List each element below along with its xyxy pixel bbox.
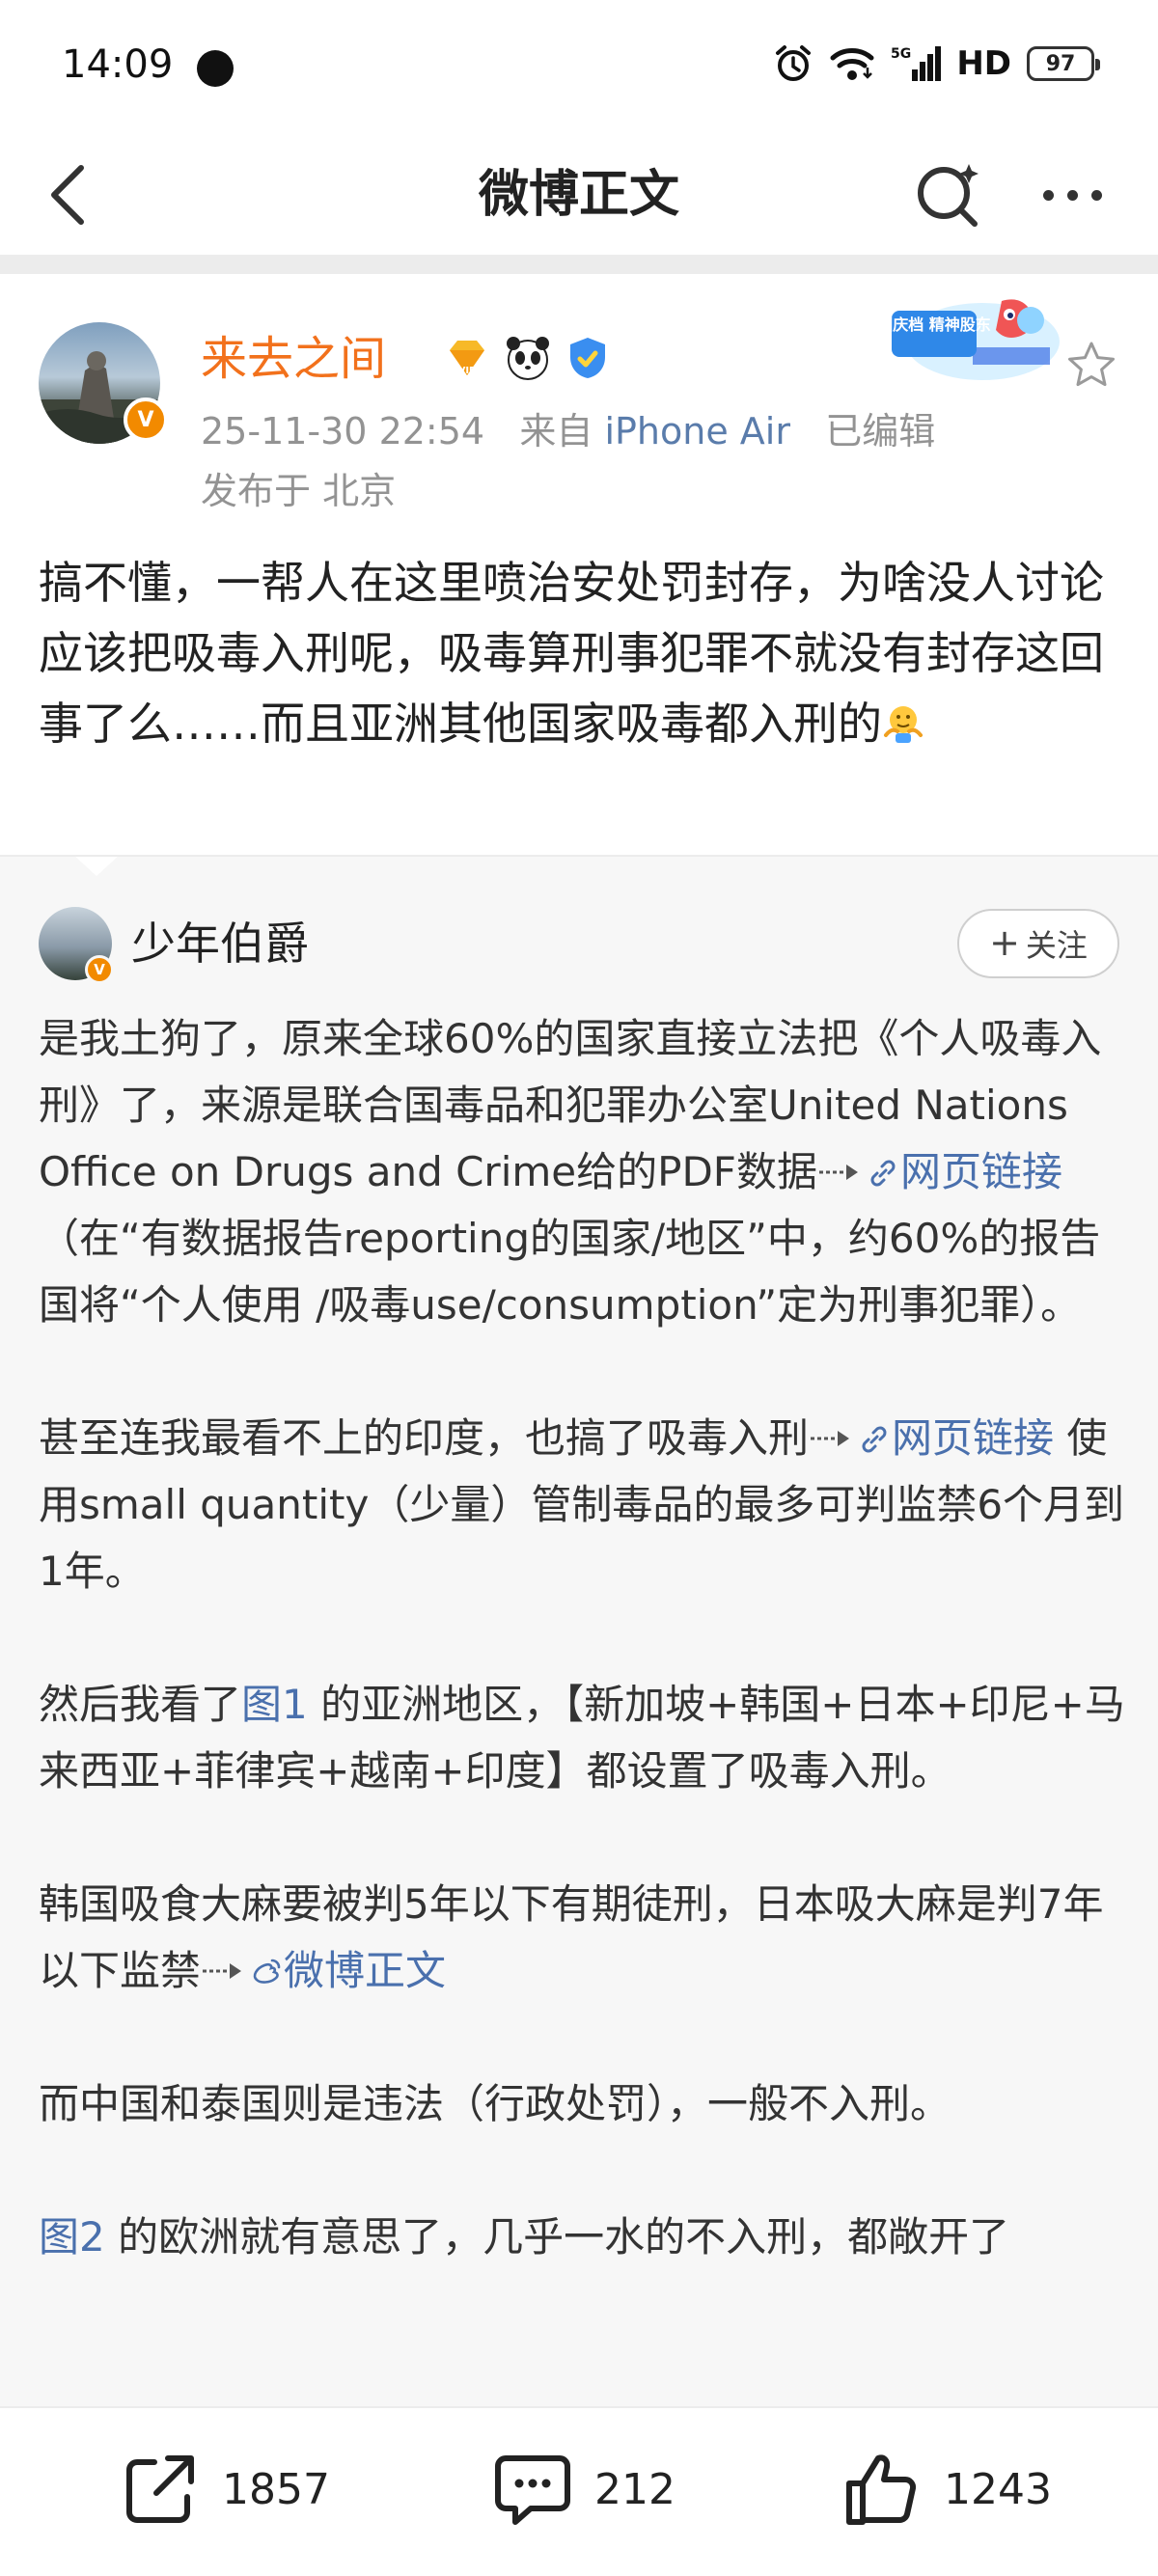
share-icon xyxy=(126,2455,194,2523)
verified-badge: V xyxy=(124,397,168,442)
status-icons: 5G HD 97 xyxy=(773,42,1100,85)
hd-indicator: HD xyxy=(956,44,1011,83)
post-timestamp: 25-11-30 22:54 xyxy=(201,410,485,452)
weibo-post-link[interactable]: 微博正文 xyxy=(284,1947,446,1994)
alarm-icon xyxy=(773,42,813,85)
svg-text:国庆档 精神股东: 国庆档 精神股东 xyxy=(886,315,991,334)
share-count: 1857 xyxy=(222,2464,330,2514)
arrow-icon xyxy=(203,1963,242,1979)
star-icon xyxy=(1068,342,1115,387)
arrow-icon xyxy=(811,1431,850,1446)
panda-badge-icon[interactable] xyxy=(504,334,552,382)
weibo-post: V 来去之间 VIP 国庆档 精神股东 25-11-30 22:54 来自 iP… xyxy=(0,274,1158,855)
section-divider xyxy=(0,255,1158,274)
card-notch xyxy=(73,857,120,876)
post-body-text: 搞不懂，一帮人在这里喷治安处罚封存，为啥没人讨论应该把吸毒入刑呢，吸毒算刑事犯罪… xyxy=(39,557,1104,750)
edited-label: 已编辑 xyxy=(825,410,936,452)
svg-text:5G: 5G xyxy=(891,46,911,62)
top-nav-bar: 微博正文 xyxy=(0,135,1158,255)
paragraph-4: 韩国吸食大麻要被判5年以下有期徒刑，日本吸大麻是判7年以下监禁 微博正文 xyxy=(39,1880,1104,1994)
paragraph-5: 而中国和泰国则是违法（行政处罚），一般不入刑。 xyxy=(39,2080,951,2127)
favorite-button[interactable] xyxy=(1063,338,1119,394)
post-meta: 25-11-30 22:54 来自 iPhone Air 已编辑 xyxy=(201,407,935,455)
follow-label: 关注 xyxy=(1025,927,1088,964)
paragraph-3: 然后我看了图1 的亚洲地区，【新加坡+韩国+日本+印尼+马来西亚+菲律宾+越南+… xyxy=(39,1681,1125,1795)
post-author-name[interactable]: 来去之间 xyxy=(201,330,386,388)
like-count: 1243 xyxy=(944,2464,1052,2514)
more-button[interactable] xyxy=(1029,156,1116,233)
status-time: 14:09 xyxy=(62,42,174,87)
like-icon xyxy=(846,2454,917,2525)
follow-button[interactable]: + 关注 xyxy=(957,909,1119,978)
bottom-action-bar: 1857 212 1243 xyxy=(0,2406,1158,2576)
signal-icon: 5G xyxy=(891,42,942,85)
author-badges: VIP xyxy=(444,334,610,382)
paragraph-6: 图2 的欧洲就有意思了，几乎一水的不入刑，都敞开了 xyxy=(39,2213,1010,2261)
link-icon xyxy=(862,1426,887,1453)
comment-icon xyxy=(495,2455,570,2525)
back-arrow-icon xyxy=(51,165,84,225)
status-bar: 14:09 5G HD 97 xyxy=(0,0,1158,135)
back-button[interactable] xyxy=(33,158,102,232)
post-source-link[interactable]: iPhone Air xyxy=(604,410,790,452)
share-button[interactable]: 1857 xyxy=(120,2441,330,2537)
image-link-1[interactable]: 图1 xyxy=(241,1681,308,1728)
repost-body: 是我土狗了，原来全球60%的国家直接立法把《个人吸毒入刑》了，来源是联合国毒品和… xyxy=(39,1005,1129,2270)
paragraph-1: 是我土狗了，原来全球60%的国家直接立法把《个人吸毒入刑》了，来源是联合国毒品和… xyxy=(39,1015,1102,1329)
search-icon xyxy=(918,164,979,227)
holiday-sticker: 国庆档 精神股东 xyxy=(877,282,1065,388)
repost-card: V 少年伯爵 + 关注 是我土狗了，原来全球60%的国家直接立法把《个人吸毒入刑… xyxy=(0,855,1158,2406)
comment-button[interactable]: 212 xyxy=(492,2441,676,2537)
wifi-icon xyxy=(829,42,875,85)
search-button[interactable] xyxy=(909,156,986,233)
post-body: 搞不懂，一帮人在这里喷治安处罚封存，为啥没人讨论应该把吸毒入刑呢，吸毒算刑事犯罪… xyxy=(39,548,1129,759)
like-button[interactable]: 1243 xyxy=(841,2441,1052,2537)
webpage-link-1[interactable]: 网页链接 xyxy=(900,1148,1062,1195)
link-icon xyxy=(870,1160,896,1187)
notification-dot-icon xyxy=(197,50,234,87)
commenter-name[interactable]: 少年伯爵 xyxy=(131,913,309,974)
battery-level: 97 xyxy=(1045,51,1076,76)
svg-text:VIP: VIP xyxy=(458,366,477,376)
weibo-icon xyxy=(253,1959,281,1984)
shrug-emoji-icon xyxy=(884,706,923,743)
battery-icon: 97 xyxy=(1027,46,1100,81)
source-prefix: 来自 xyxy=(519,410,593,452)
paragraph-2: 甚至连我最看不上的印度，也搞了吸毒入刑 网页链接 使用small quantity… xyxy=(39,1414,1125,1595)
vip-badge-icon[interactable]: VIP xyxy=(444,335,490,381)
post-location: 发布于 北京 xyxy=(201,470,397,512)
comment-count: 212 xyxy=(594,2464,676,2514)
arrow-icon xyxy=(818,1165,858,1180)
webpage-link-2[interactable]: 网页链接 xyxy=(892,1414,1054,1462)
commenter-verified-badge: V xyxy=(85,955,114,984)
follow-plus-icon: + xyxy=(989,920,1020,964)
more-icon xyxy=(1042,189,1054,201)
blue-verified-icon[interactable] xyxy=(565,336,610,380)
image-link-2[interactable]: 图2 xyxy=(39,2213,105,2261)
